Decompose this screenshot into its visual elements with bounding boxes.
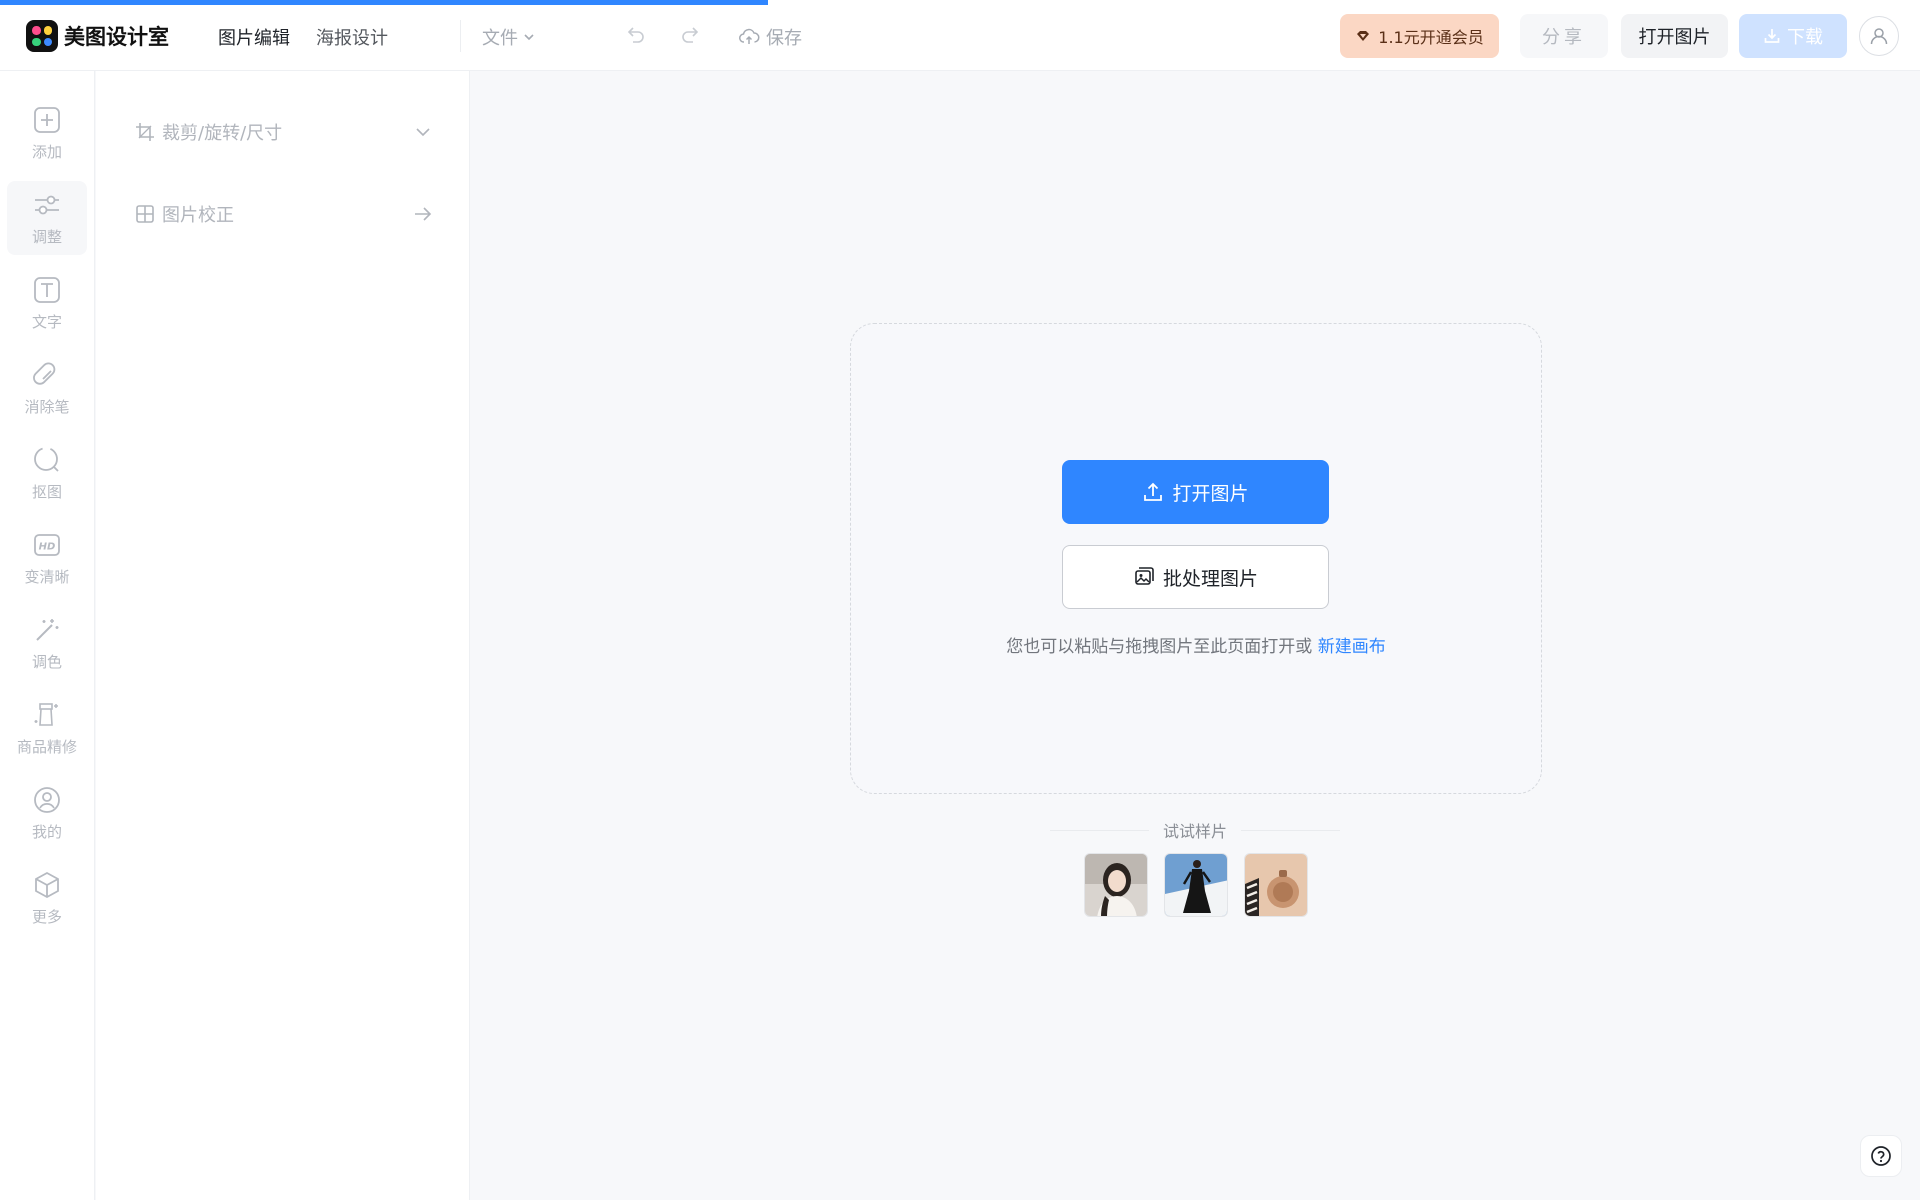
tool-text-label: 文字 bbox=[31, 312, 62, 331]
tool-rail: 添加 调整 文字 消除笔 抠图 HD 变清晰 调色 商品精修 我的 更多 bbox=[0, 71, 95, 1200]
tool-mine-label: 我的 bbox=[31, 822, 62, 841]
user-avatar[interactable] bbox=[1859, 16, 1899, 56]
adjust-panel: 裁剪/旋转/尺寸 图片校正 bbox=[96, 71, 470, 1200]
sliders-icon bbox=[35, 195, 59, 214]
sample-portrait-image bbox=[1085, 854, 1147, 916]
help-icon bbox=[1871, 1146, 1891, 1166]
tool-enhance-label: 变清晰 bbox=[24, 567, 70, 586]
tool-more-label: 更多 bbox=[31, 907, 62, 926]
share-button[interactable]: 分享 bbox=[1520, 14, 1608, 58]
tool-add-label: 添加 bbox=[31, 142, 62, 161]
tool-text[interactable]: 文字 bbox=[7, 266, 87, 340]
file-menu[interactable]: 文件 bbox=[482, 24, 536, 50]
tool-product-retouch[interactable]: 商品精修 bbox=[7, 691, 87, 765]
vip-button[interactable]: 1.1元开通会员 bbox=[1340, 14, 1499, 58]
tool-adjust-label: 调整 bbox=[31, 227, 62, 246]
chevron-down-icon bbox=[524, 34, 534, 41]
panel-image-correction[interactable]: 图片校正 bbox=[134, 199, 434, 229]
sample-fashion-image bbox=[1165, 854, 1227, 916]
user-icon bbox=[1870, 28, 1888, 45]
redo-icon bbox=[682, 27, 699, 43]
app-logo[interactable]: 美图设计室 bbox=[26, 20, 169, 52]
sample-thumb-portrait[interactable] bbox=[1084, 853, 1148, 917]
tool-add[interactable]: 添加 bbox=[7, 96, 87, 170]
open-image-label: 打开图片 bbox=[1172, 482, 1249, 505]
save-label: 保存 bbox=[766, 28, 802, 49]
cutout-icon bbox=[34, 446, 59, 472]
batch-process-button[interactable]: 批处理图片 bbox=[1062, 545, 1329, 609]
tool-mine[interactable]: 我的 bbox=[7, 776, 87, 850]
open-image-button[interactable]: 打开图片 bbox=[1062, 460, 1329, 524]
new-canvas-link[interactable]: 新建画布 bbox=[1318, 637, 1386, 657]
app-name: 美图设计室 bbox=[64, 25, 169, 49]
text-icon bbox=[34, 276, 60, 303]
top-bar: 美图设计室 图片编辑 海报设计 文件 保存 1.1元开通会员 分享 打开图片 下… bbox=[0, 0, 1920, 71]
sample-thumb-product[interactable] bbox=[1244, 853, 1308, 917]
tool-enhance[interactable]: HD 变清晰 bbox=[7, 521, 87, 595]
open-image-top-label: 打开图片 bbox=[1638, 27, 1711, 48]
drop-hint: 您也可以粘贴与拖拽图片至此页面打开或 新建画布 bbox=[850, 632, 1542, 657]
open-image-top-button[interactable]: 打开图片 bbox=[1621, 14, 1728, 58]
tool-color[interactable]: 调色 bbox=[7, 606, 87, 680]
panel-crop-rotate-resize[interactable]: 裁剪/旋转/尺寸 bbox=[134, 117, 434, 147]
grid-icon bbox=[136, 205, 154, 223]
panel-correction-label: 图片校正 bbox=[162, 205, 234, 226]
main-nav: 图片编辑 海报设计 bbox=[218, 24, 388, 50]
samples-title: 试试样片 bbox=[1163, 822, 1228, 841]
crop-icon bbox=[136, 123, 154, 141]
batch-process-label: 批处理图片 bbox=[1162, 567, 1258, 590]
tool-cutout[interactable]: 抠图 bbox=[7, 436, 87, 510]
help-button[interactable] bbox=[1860, 1135, 1902, 1177]
undo-icon bbox=[627, 27, 644, 43]
loading-progress-bar bbox=[0, 0, 768, 5]
share-label: 分享 bbox=[1542, 27, 1586, 48]
chevron-down-icon bbox=[416, 128, 430, 137]
product-retouch-icon bbox=[34, 702, 58, 726]
undo-button[interactable] bbox=[624, 24, 646, 52]
tool-more[interactable]: 更多 bbox=[7, 861, 87, 935]
cube-icon bbox=[35, 871, 59, 898]
logo-mark-icon bbox=[26, 20, 58, 52]
tool-eraser-label: 消除笔 bbox=[24, 397, 70, 416]
samples-divider-left bbox=[1050, 829, 1149, 831]
panel-crop-label: 裁剪/旋转/尺寸 bbox=[162, 123, 283, 144]
drop-hint-text: 您也可以粘贴与拖拽图片至此页面打开或 bbox=[1006, 637, 1318, 657]
redo-button[interactable] bbox=[680, 24, 702, 52]
cloud-save-icon bbox=[739, 28, 760, 44]
download-label: 下载 bbox=[1787, 27, 1823, 48]
sample-thumb-fashion[interactable] bbox=[1164, 853, 1228, 917]
nav-image-edit[interactable]: 图片编辑 bbox=[218, 24, 290, 50]
samples-divider-right bbox=[1241, 829, 1341, 831]
svg-text:HD: HD bbox=[39, 541, 56, 552]
download-button[interactable]: 下载 bbox=[1739, 14, 1847, 58]
tool-eraser[interactable]: 消除笔 bbox=[7, 351, 87, 425]
hd-icon: HD bbox=[34, 533, 60, 556]
plus-square-icon bbox=[34, 106, 60, 133]
tool-color-label: 调色 bbox=[31, 652, 62, 671]
nav-poster-design[interactable]: 海报设计 bbox=[316, 24, 388, 50]
eraser-icon bbox=[33, 361, 56, 385]
samples-section-title: 试试样片 bbox=[1050, 820, 1341, 841]
header-divider bbox=[460, 20, 461, 52]
tool-cutout-label: 抠图 bbox=[31, 482, 62, 501]
batch-images-icon bbox=[1135, 567, 1154, 585]
upload-icon bbox=[1144, 482, 1163, 501]
user-circle-icon bbox=[34, 786, 60, 813]
arrow-right-icon bbox=[415, 207, 432, 221]
save-button[interactable]: 保存 bbox=[738, 24, 802, 50]
vip-label: 1.1元开通会员 bbox=[1378, 28, 1484, 47]
magic-wand-icon bbox=[36, 618, 59, 641]
download-icon bbox=[1764, 29, 1780, 43]
file-menu-label: 文件 bbox=[482, 28, 518, 49]
tool-adjust[interactable]: 调整 bbox=[7, 181, 87, 255]
diamond-icon bbox=[1357, 31, 1370, 41]
sample-product-image bbox=[1245, 854, 1307, 916]
tool-product-retouch-label: 商品精修 bbox=[16, 737, 77, 756]
